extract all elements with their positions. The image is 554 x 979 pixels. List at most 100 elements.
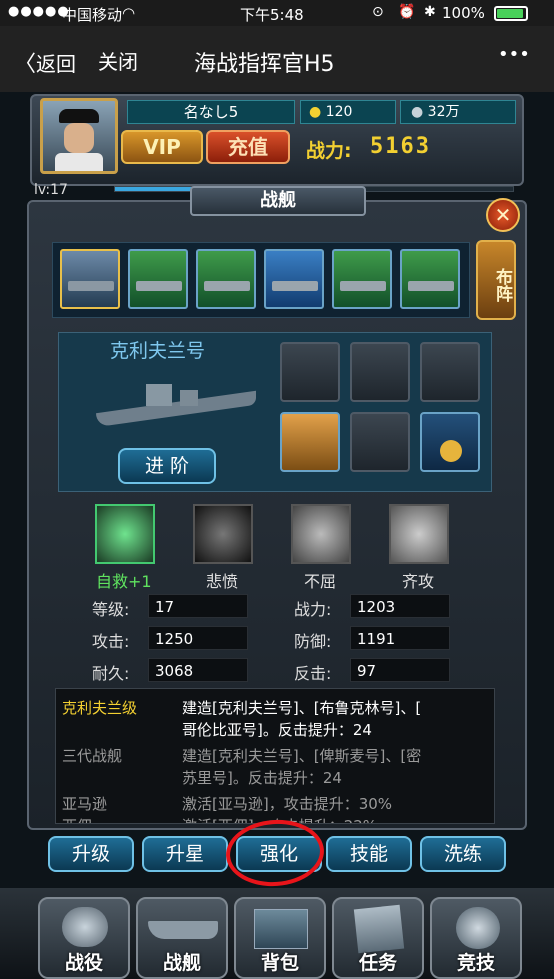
ship-slot[interactable] xyxy=(400,249,460,309)
warship-icon xyxy=(272,281,318,291)
warship-icon xyxy=(204,281,250,291)
ship-slot[interactable] xyxy=(332,249,392,309)
nav-campaign[interactable]: 战役 xyxy=(38,897,130,979)
stat-label: 攻击: xyxy=(92,632,130,651)
arena-badge-icon xyxy=(456,907,500,949)
back-button[interactable]: 〈返回 xyxy=(14,46,76,78)
stat-value: 1203 xyxy=(350,594,450,618)
upgrade-button[interactable]: 升级 xyxy=(48,836,134,872)
bond-name: 克利夫兰级 xyxy=(62,699,138,717)
stat-value: 97 xyxy=(350,658,450,682)
warship-icon xyxy=(136,281,182,291)
anti-air-gun-icon[interactable] xyxy=(420,342,480,402)
battery-percent: 100% xyxy=(442,4,485,22)
skill-label: 自救+1 xyxy=(96,572,152,591)
skill-grief-icon[interactable] xyxy=(193,504,253,564)
skill-self-rescue-icon[interactable] xyxy=(95,504,155,564)
stat-label: 等级: xyxy=(92,600,130,619)
stat-label: 反击: xyxy=(294,664,332,683)
stat-value: 1191 xyxy=(350,626,450,650)
skill-button[interactable]: 技能 xyxy=(326,836,412,872)
refine-button[interactable]: 洗练 xyxy=(420,836,506,872)
gun-turret-icon[interactable] xyxy=(280,342,340,402)
compass-icon xyxy=(62,907,108,947)
skill-volley-icon[interactable] xyxy=(389,504,449,564)
bond-name: 西佃 xyxy=(62,815,92,823)
level-label: lv:17 xyxy=(34,182,68,198)
nav-label: 竞技 xyxy=(456,952,495,974)
ship-slot[interactable] xyxy=(60,249,120,309)
close-button[interactable]: 关闭 xyxy=(98,46,138,75)
skill-label: 悲愤 xyxy=(206,572,239,591)
torpedo-icon[interactable] xyxy=(350,412,410,472)
nav-label: 战役 xyxy=(64,952,103,974)
signal-icon: ●●●●● xyxy=(8,4,70,19)
stat-label: 耐久: xyxy=(92,664,130,683)
chevron-left-icon: 〈 xyxy=(14,52,37,77)
skill-unyielding-icon[interactable] xyxy=(291,504,351,564)
mission-book-icon xyxy=(353,904,405,954)
warship-icon xyxy=(68,281,114,291)
gold-coin-icon: ● xyxy=(309,104,322,120)
ship-slot[interactable] xyxy=(128,249,188,309)
stat-label: 防御: xyxy=(294,632,332,651)
star-up-button[interactable]: 升星 xyxy=(142,836,228,872)
close-icon: ✕ xyxy=(494,203,512,227)
bond-desc: 哥伦比亚号]。反击提升：24 xyxy=(182,721,372,739)
skill-label: 不屈 xyxy=(304,572,337,591)
stat-label: 战力: xyxy=(294,600,332,619)
status-bar: ●●●●● 中国移动 ◠ 下午5:48 ⊙ ⏰ ✱ 100% xyxy=(0,0,554,26)
ship-slot[interactable] xyxy=(264,249,324,309)
stat-value: 1250 xyxy=(148,626,248,650)
warship-icon xyxy=(148,921,218,939)
panel-title: 战舰 xyxy=(190,186,366,216)
captain-hat-icon xyxy=(59,109,99,123)
gold-display: ● 120 xyxy=(300,100,396,124)
vip-button[interactable]: VIP xyxy=(121,130,203,164)
bluetooth-icon: ✱ xyxy=(424,4,436,20)
bond-name: 亚马逊 xyxy=(62,795,108,813)
bond-desc: 建造[克利夫兰号]、[俾斯麦号]、[密 xyxy=(182,747,422,765)
recharge-button[interactable]: 充值 xyxy=(206,130,290,164)
bond-desc: 建造[克利夫兰号]、[布鲁克林号]、[ xyxy=(182,699,422,717)
nav-arena[interactable]: 竞技 xyxy=(430,897,522,979)
avatar[interactable] xyxy=(40,98,118,174)
warship-illustration xyxy=(96,382,256,428)
silver-display: ● 32万 xyxy=(400,100,516,124)
more-button[interactable]: ••• xyxy=(498,44,530,65)
wifi-icon: ◠ xyxy=(122,4,136,22)
back-label: 返回 xyxy=(36,52,77,76)
nav-label: 任务 xyxy=(358,952,397,974)
nav-warship[interactable]: 战舰 xyxy=(136,897,228,979)
close-panel-button[interactable]: ✕ xyxy=(486,198,520,232)
supply-crate-icon xyxy=(254,909,308,949)
game-canvas: 名なし5 ● 120 ● 32万 VIP 充值 战力: 5163 lv:17 战… xyxy=(0,92,554,979)
bond-desc: 激活[亚马逊]，攻击提升：30% xyxy=(182,795,393,813)
ship-name: 克利夫兰号 xyxy=(110,340,206,362)
nav-label: 战舰 xyxy=(162,952,201,974)
alarm-icon: ⏰ xyxy=(398,4,416,20)
formation-button[interactable]: 布阵 xyxy=(476,240,516,320)
stat-value: 3068 xyxy=(148,658,248,682)
bond-name: 三代战舰 xyxy=(62,747,123,765)
carrier-label: 中国移动 xyxy=(62,6,123,24)
rotation-lock-icon: ⊙ xyxy=(372,4,384,20)
power-value: 5163 xyxy=(370,134,431,159)
armor-plate-icon[interactable] xyxy=(280,412,340,472)
nav-task[interactable]: 任务 xyxy=(332,897,424,979)
bond-desc: 苏里号]。反击提升：24 xyxy=(182,769,342,787)
advance-button[interactable]: 进 阶 xyxy=(118,448,216,484)
bond-list[interactable]: 克利夫兰级 建造[克利夫兰号]、[布鲁克林号]、[ 哥伦比亚号]。反击提升：24… xyxy=(55,688,495,824)
gold-value: 120 xyxy=(325,104,353,120)
nav-bag[interactable]: 背包 xyxy=(234,897,326,979)
medal-icon[interactable] xyxy=(420,412,480,472)
nav-label: 背包 xyxy=(260,952,299,974)
skill-label: 齐攻 xyxy=(402,572,435,591)
warship-icon xyxy=(408,281,454,291)
silver-coin-icon: ● xyxy=(411,104,424,120)
warship-icon xyxy=(340,281,386,291)
nav-bar: 〈返回 关闭 海战指挥官H5 ••• xyxy=(0,26,554,92)
battery-icon xyxy=(494,6,528,21)
ship-slot[interactable] xyxy=(196,249,256,309)
engine-icon[interactable] xyxy=(350,342,410,402)
